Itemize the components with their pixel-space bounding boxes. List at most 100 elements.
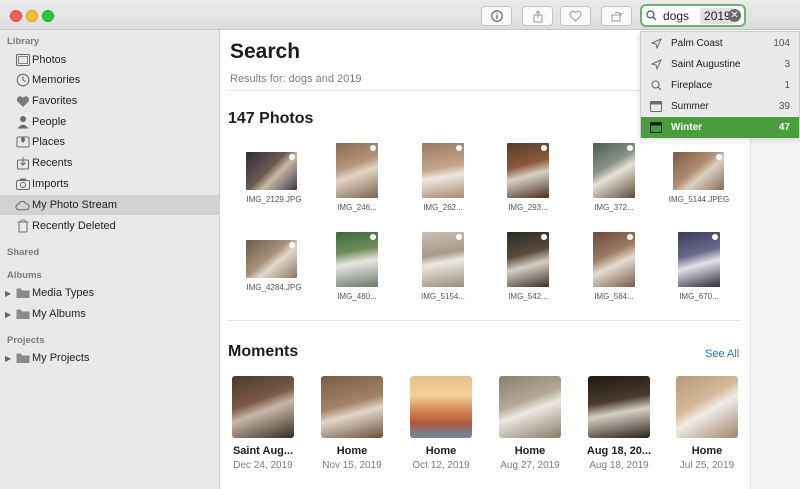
moment-date: Dec 24, 2019 [233,460,293,471]
sidebar-item-recently-deleted[interactable]: Recently Deleted [0,216,220,236]
sidebar-item-label: Places [32,136,66,148]
recents-icon [15,156,30,171]
minimize-window-button[interactable] [26,10,38,22]
moment-title: Home [425,445,457,457]
sidebar-item-photos[interactable]: Photos [0,50,220,70]
suggestion-palm-coast[interactable]: Palm Coast 104 [641,33,799,54]
moment-title: Home [336,445,368,457]
map-pin-icon [15,135,30,150]
page-title: Search [230,40,301,63]
projects-section-title: Projects [7,335,45,346]
cloud-icon [15,198,30,213]
photo-filename: IMG_293... [508,203,548,212]
sidebar-item-memories[interactable]: Memories [0,70,220,90]
folder-icon [15,286,30,301]
memories-icon [15,73,30,88]
suggestion-label: Fireplace [671,80,713,91]
disclosure-triangle-icon[interactable]: ▶ [5,310,13,319]
close-window-button[interactable] [10,10,22,22]
sidebar-item-label: My Projects [32,352,90,364]
suggestion-count: 1 [784,80,790,91]
suggestion-saint-augustine[interactable]: Saint Augustine 3 [641,54,799,75]
share-icon [533,9,542,22]
sidebar-item-my-photo-stream[interactable]: My Photo Stream [0,195,220,215]
sidebar-item-media-types[interactable]: ▶ Media Types [0,283,220,303]
sidebar-item-favorites[interactable]: Favorites [0,91,220,111]
sidebar-item-label: Memories [32,74,81,86]
camera-icon [15,177,30,192]
sidebar-item-recents[interactable]: Recents [0,153,220,173]
trash-icon [15,219,30,234]
photo-filename: IMG_584... [594,292,634,301]
folder-icon [15,351,30,366]
sidebar-item-places[interactable]: Places [0,132,220,152]
photo-filename: IMG_246... [337,203,377,212]
photo-filename: IMG_262... [423,203,463,212]
photo-filename: IMG_4284.JPG [246,283,302,292]
share-button[interactable] [522,6,553,26]
info-button[interactable] [481,6,512,26]
folder-icon [15,307,30,322]
photo-filename: IMG_670... [679,292,719,301]
moment-date: Aug 27, 2019 [500,460,560,471]
disclosure-triangle-icon[interactable]: ▶ [5,289,13,298]
photo-filename: IMG_480... [337,292,377,301]
sidebar-item-label: Imports [32,178,69,190]
suggestion-summer[interactable]: Summer 39 [641,96,799,117]
sidebar-item-label: Recently Deleted [32,220,116,232]
right-gutter [750,137,800,489]
suggestion-count: 104 [773,38,790,49]
moment-title: Saint Aug... [232,445,294,457]
calendar-icon [649,121,663,135]
suggestion-label: Winter [671,122,703,133]
search-field[interactable]: dogs 2019 ✕ [640,4,746,27]
moment-date: Aug 18, 2019 [589,460,649,471]
rotate-icon [611,11,623,21]
sidebar-item-imports[interactable]: Imports [0,174,220,194]
see-all-link[interactable]: See All [705,348,739,360]
sidebar-item-my-albums[interactable]: ▶ My Albums [0,304,220,324]
suggestion-count: 47 [778,122,790,133]
suggestion-fireplace[interactable]: Fireplace 1 [641,75,799,96]
suggestion-count: 39 [778,101,790,112]
suggestion-count: 3 [784,59,790,70]
search-icon [646,10,657,21]
person-icon [15,115,30,130]
library-section-title: Library [7,36,40,47]
suggestion-winter[interactable]: Winter 47 [641,117,799,138]
heart-icon [15,94,30,109]
shared-section-title: Shared [7,247,40,258]
sidebar-item-people[interactable]: People [0,112,220,132]
disclosure-triangle-icon[interactable]: ▶ [5,354,13,363]
sidebar-item-label: My Photo Stream [32,199,117,211]
photo-filename: IMG_2129.JPG [246,195,302,204]
favorite-button[interactable] [560,6,591,26]
sidebar-item-label: People [32,116,67,128]
photos-icon [15,53,30,68]
location-arrow-icon [649,37,663,51]
moment-date: Nov 15, 2019 [322,460,382,471]
sidebar-item-label: Media Types [32,287,95,299]
photo-filename: IMG_372... [594,203,634,212]
info-icon [490,10,503,22]
clear-search-icon[interactable]: ✕ [728,9,741,22]
sidebar-item-label: Recents [32,157,73,169]
photo-filename: IMG_5154... [420,292,466,301]
moment-title: Home [691,445,723,457]
albums-section-title: Albums [7,270,42,281]
sidebar: Library Photos Memories Favorites People… [0,30,220,489]
photos-section-title: 147 Photos [228,110,314,127]
suggestion-label: Summer [671,101,709,112]
sidebar-item-label: My Albums [32,308,86,320]
sidebar-item-label: Favorites [32,95,78,107]
search-icon [649,79,663,93]
sidebar-item-my-projects[interactable]: ▶ My Projects [0,348,220,368]
photo-filename: IMG_542... [508,292,548,301]
suggestion-label: Saint Augustine [671,59,741,70]
heart-icon [569,10,582,22]
search-suggestions-menu: Palm Coast 104 Saint Augustine 3 Firepla… [640,31,800,138]
zoom-window-button[interactable] [42,10,54,22]
rotate-button[interactable] [601,6,632,26]
search-token-dogs[interactable]: dogs [659,8,693,24]
moment-title: Aug 18, 20... [586,445,652,457]
